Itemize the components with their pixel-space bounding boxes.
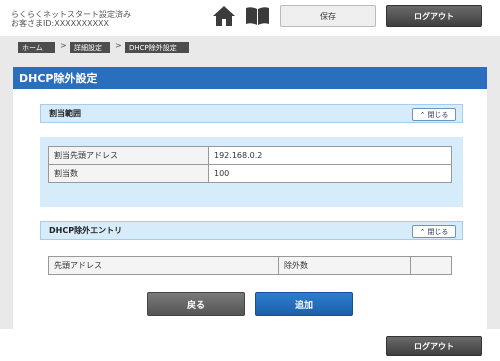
allocation-collapse-button[interactable]: ⌃ 閉じる bbox=[412, 108, 456, 121]
logout-button[interactable]: ログアウト bbox=[386, 5, 482, 27]
page-title: DHCP除外設定 bbox=[13, 67, 487, 89]
column-header-exclude-count: 除外数 bbox=[278, 256, 411, 275]
book-icon[interactable] bbox=[245, 6, 270, 26]
allocation-table: 割当先頭アドレス 192.168.0.2 割当数 100 bbox=[48, 146, 452, 183]
breadcrumb-advanced-settings[interactable]: 詳細設定 bbox=[70, 42, 110, 53]
allocation-key: 割当先頭アドレス bbox=[48, 146, 209, 165]
breadcrumb-home[interactable]: ホーム bbox=[18, 42, 55, 53]
allocation-value: 192.168.0.2 bbox=[208, 146, 452, 165]
exclusion-collapse-button[interactable]: ⌃ 閉じる bbox=[412, 225, 456, 238]
exclusion-heading: DHCP除外エントリ bbox=[49, 226, 123, 235]
add-button[interactable]: 追加 bbox=[255, 292, 353, 316]
exclusion-section-header: DHCP除外エントリ ⌃ 閉じる bbox=[40, 221, 463, 240]
save-button[interactable]: 保存 bbox=[280, 5, 376, 27]
breadcrumb-current: DHCP除外設定 bbox=[125, 42, 189, 53]
content-panel bbox=[13, 89, 487, 329]
home-icon[interactable] bbox=[212, 5, 236, 27]
breadcrumb-separator: > bbox=[115, 41, 122, 50]
allocation-section-header: 割当範囲 ⌃ 閉じる bbox=[40, 104, 463, 123]
table-row: 割当先頭アドレス 192.168.0.2 bbox=[48, 146, 452, 165]
collapse-label: 閉じる bbox=[427, 227, 449, 236]
table-header-row: 先頭アドレス 除外数 bbox=[48, 256, 452, 275]
chevron-up-icon: ⌃ bbox=[419, 110, 426, 119]
allocation-heading: 割当範囲 bbox=[49, 109, 81, 118]
breadcrumb-separator: > bbox=[60, 41, 67, 50]
footer-logout-button[interactable]: ログアウト bbox=[386, 336, 482, 356]
collapse-label: 閉じる bbox=[427, 110, 449, 119]
exclusion-table: 先頭アドレス 除外数 bbox=[48, 256, 452, 275]
chevron-up-icon: ⌃ bbox=[419, 227, 426, 236]
back-button[interactable]: 戻る bbox=[147, 292, 245, 316]
customer-id-text: お客さまID:XXXXXXXXXX bbox=[11, 19, 110, 28]
column-header-start-address: 先頭アドレス bbox=[48, 256, 279, 275]
table-row: 割当数 100 bbox=[48, 164, 452, 183]
allocation-key: 割当数 bbox=[48, 164, 209, 183]
column-header-action bbox=[410, 256, 452, 275]
allocation-value: 100 bbox=[208, 164, 452, 183]
